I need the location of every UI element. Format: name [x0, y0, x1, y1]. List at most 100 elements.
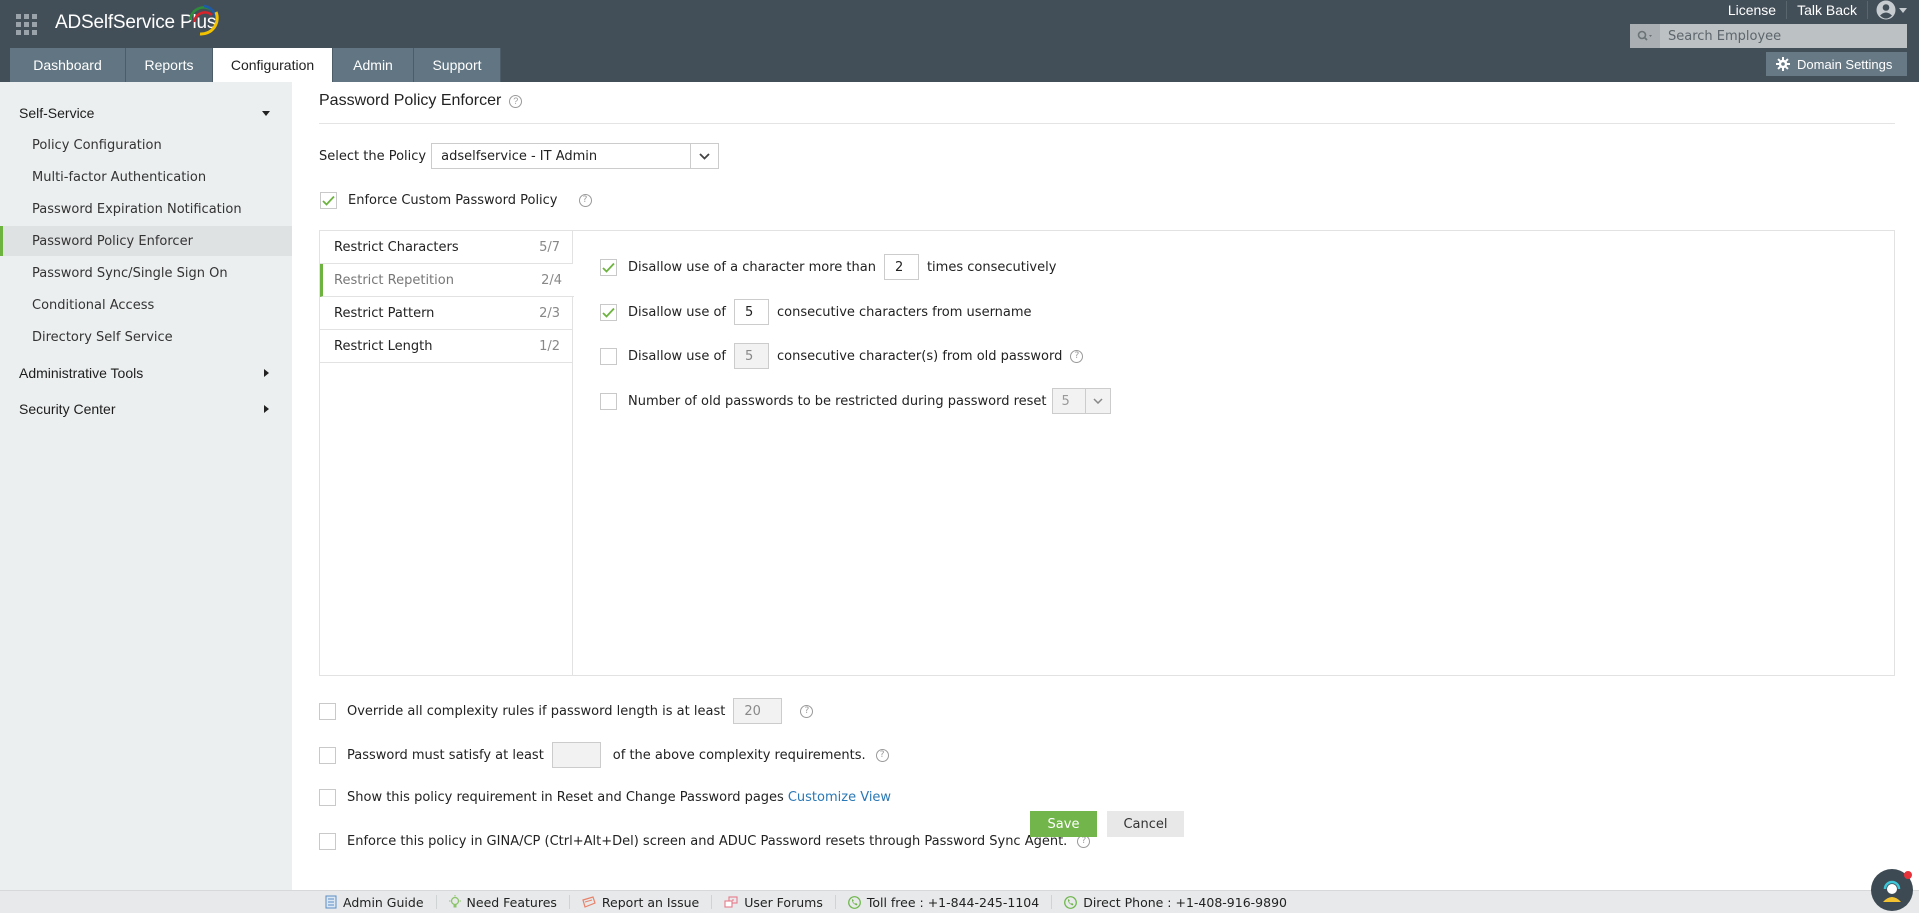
tab-label: Restrict Pattern	[334, 305, 435, 321]
report-issue-link[interactable]: Report an Issue	[570, 895, 713, 910]
option-text: of the above complexity requirements.	[612, 747, 866, 763]
option-checkbox[interactable]	[319, 833, 336, 850]
customize-view-link[interactable]: Customize View	[788, 790, 891, 805]
domain-settings-button[interactable]: Domain Settings	[1766, 52, 1907, 76]
sidebar-section-administrative-tools[interactable]: Administrative Tools	[0, 358, 292, 388]
sidebar-item-directory-self-service[interactable]: Directory Self Service	[0, 322, 292, 352]
sidebar-item-password-policy-enforcer[interactable]: Password Policy Enforcer	[0, 226, 292, 256]
page-title-text: Password Policy Enforcer	[319, 92, 502, 109]
admin-guide-link[interactable]: Admin Guide	[313, 895, 437, 910]
policy-select[interactable]: adselfservice - IT Admin	[431, 143, 720, 169]
option-checkbox[interactable]	[319, 746, 336, 764]
enforce-custom-policy-checkbox[interactable]	[320, 192, 337, 209]
save-button[interactable]: Save	[1030, 811, 1097, 837]
option-checkbox[interactable]	[319, 702, 336, 720]
user-menu[interactable]	[1868, 0, 1907, 20]
help-icon[interactable]: ?	[578, 194, 592, 207]
option-text: Show this policy requirement in Reset an…	[347, 790, 784, 805]
option-satisfy-at-least: Password must satisfy at least of the ab…	[319, 742, 889, 768]
rule-consecutive-char: Disallow use of a character more than ti…	[600, 254, 1056, 280]
override-length-input[interactable]	[733, 698, 783, 724]
max-consecutive-input[interactable]	[883, 254, 919, 280]
sidebar: Self-Service Policy Configuration Multi-…	[0, 82, 292, 890]
select-value: 5	[1061, 393, 1070, 409]
need-features-link[interactable]: Need Features	[437, 894, 570, 910]
footer-label: Toll free : +1-844-245-1104	[866, 894, 1040, 910]
restriction-panel: Restrict Characters 5/7 Restrict Repetit…	[319, 230, 1895, 676]
rule-text: consecutive characters from username	[776, 304, 1032, 320]
tab-reports[interactable]: Reports	[126, 48, 213, 82]
help-icon[interactable]: ?	[800, 704, 814, 718]
option-show-requirement: Show this policy requirement in Reset an…	[319, 789, 891, 806]
restriction-tabs: Restrict Characters 5/7 Restrict Repetit…	[320, 231, 574, 675]
search-employee-input[interactable]	[1660, 24, 1907, 48]
sidebar-item-conditional-access[interactable]: Conditional Access	[0, 290, 292, 320]
direct-phone: Direct Phone : +1-408-916-9890	[1052, 894, 1299, 910]
tab-count: 5/7	[539, 239, 560, 255]
old-password-chars-input[interactable]	[733, 343, 769, 369]
caret-right-icon	[264, 405, 269, 413]
tab-label: Restrict Repetition	[334, 272, 454, 288]
tab-label: Restrict Characters	[334, 239, 459, 255]
sidebar-section-self-service[interactable]: Self-Service	[0, 98, 292, 128]
tab-restrict-pattern[interactable]: Restrict Pattern 2/3	[320, 297, 572, 330]
rule-checkbox[interactable]	[600, 303, 617, 321]
option-text: Password must satisfy at least	[347, 747, 544, 763]
user-avatar-icon	[1876, 0, 1896, 20]
rule-checkbox[interactable]	[600, 258, 617, 276]
help-icon[interactable]: ?	[509, 94, 523, 108]
rule-checkbox[interactable]	[600, 347, 617, 365]
caret-right-icon	[264, 369, 269, 377]
help-icon[interactable]: ?	[875, 748, 889, 762]
footer-label: Need Features	[466, 894, 557, 910]
caret-down-icon	[262, 110, 270, 116]
tab-count: 1/2	[539, 338, 560, 354]
footer: Admin Guide Need Features Report an Issu…	[0, 890, 1919, 913]
username-chars-input[interactable]	[733, 299, 769, 325]
chevron-down-icon	[1084, 389, 1110, 413]
satisfy-count-input[interactable]	[551, 742, 601, 768]
footer-label: User Forums	[744, 894, 823, 910]
footer-label: Direct Phone : +1-408-916-9890	[1083, 894, 1287, 910]
tab-support[interactable]: Support	[414, 48, 501, 82]
sidebar-item-policy-configuration[interactable]: Policy Configuration	[0, 130, 292, 160]
cancel-button[interactable]: Cancel	[1107, 811, 1184, 837]
support-chat-button[interactable]	[1871, 869, 1913, 911]
forum-icon	[724, 895, 738, 908]
old-passwords-count-select[interactable]: 5	[1051, 388, 1111, 414]
tab-admin[interactable]: Admin	[333, 48, 414, 82]
rule-text: Disallow use of	[628, 348, 726, 364]
sidebar-section-label: Administrative Tools	[19, 365, 144, 381]
tab-restrict-length[interactable]: Restrict Length 1/2	[320, 330, 572, 363]
tab-restrict-characters[interactable]: Restrict Characters 5/7	[320, 231, 572, 264]
option-text: Override all complexity rules if passwor…	[347, 703, 726, 719]
checkmark-icon	[322, 195, 335, 206]
search-icon[interactable]	[1630, 24, 1660, 48]
top-links: License Talk Back	[1718, 0, 1907, 20]
tab-count: 2/4	[541, 272, 562, 288]
phone-icon	[847, 895, 861, 909]
sidebar-item-multi-factor-authentication[interactable]: Multi-factor Authentication	[0, 162, 292, 192]
tab-count: 2/3	[539, 305, 560, 321]
sidebar-item-password-sync-sso[interactable]: Password Sync/Single Sign On	[0, 258, 292, 288]
talk-back-link[interactable]: Talk Back	[1787, 1, 1868, 19]
sidebar-section-security-center[interactable]: Security Center	[0, 394, 292, 424]
tab-configuration[interactable]: Configuration	[213, 48, 333, 82]
user-forums-link[interactable]: User Forums	[712, 894, 836, 910]
toll-free-phone: Toll free : +1-844-245-1104	[836, 894, 1053, 910]
option-checkbox[interactable]	[319, 789, 336, 806]
license-link[interactable]: License	[1718, 1, 1788, 19]
app-header: ADSelfService Plus License Talk Back Sea…	[0, 0, 1919, 82]
tab-dashboard[interactable]: Dashboard	[10, 48, 126, 82]
tab-label: Restrict Length	[334, 338, 433, 354]
option-override-complexity: Override all complexity rules if passwor…	[319, 698, 814, 724]
help-icon[interactable]: ?	[1070, 349, 1084, 363]
sidebar-section-label: Security Center	[19, 401, 116, 417]
rule-checkbox[interactable]	[600, 392, 617, 410]
phone-icon	[1064, 895, 1078, 909]
tab-restrict-repetition[interactable]: Restrict Repetition 2/4	[320, 264, 574, 297]
sidebar-item-password-expiration-notification[interactable]: Password Expiration Notification	[0, 194, 292, 224]
app-launcher-icon[interactable]	[16, 14, 39, 35]
notification-dot	[1904, 871, 1912, 879]
option-enforce-gina: Enforce this policy in GINA/CP (Ctrl+Alt…	[319, 833, 1091, 850]
